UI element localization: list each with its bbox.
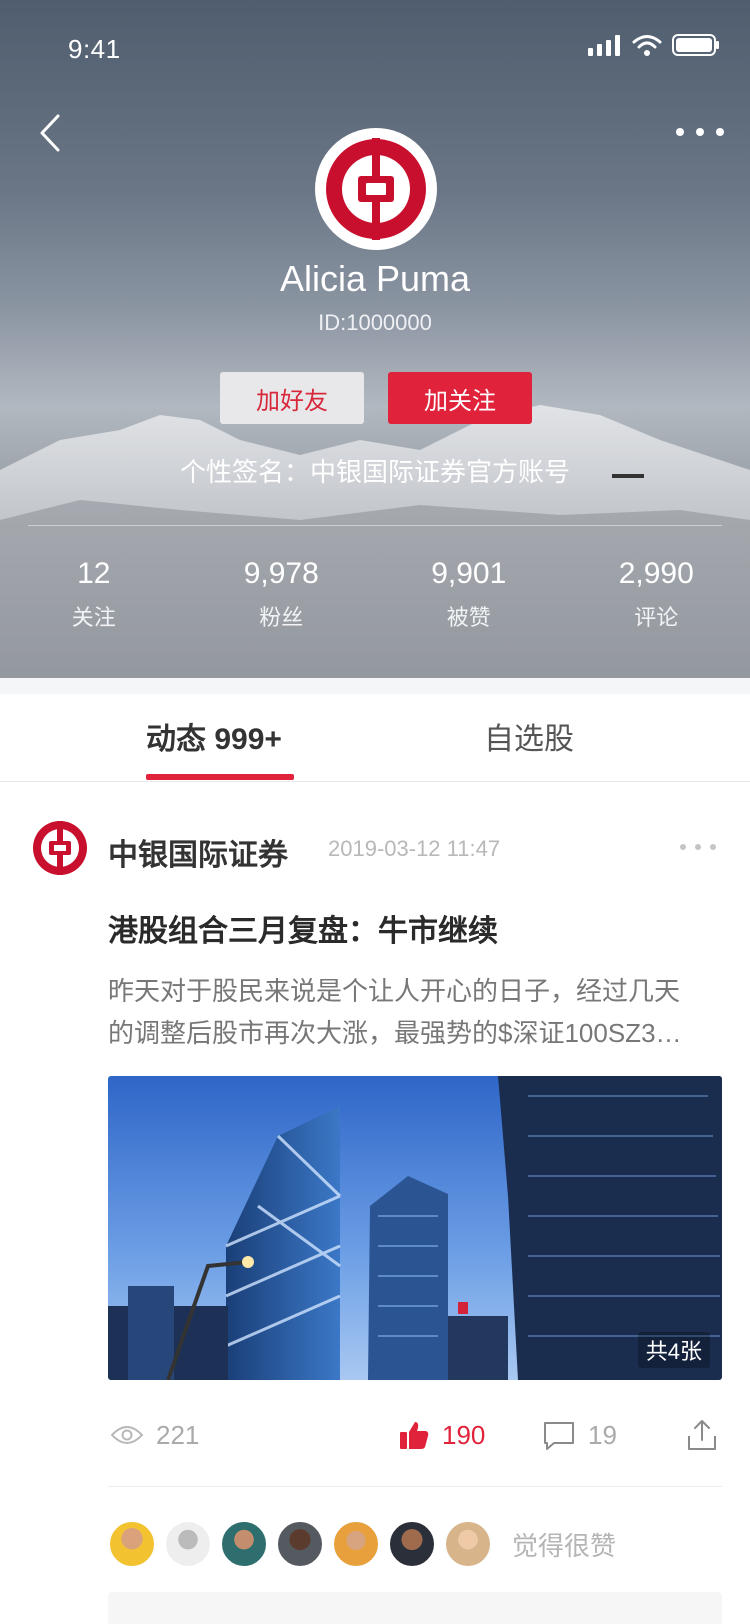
comment-preview-box[interactable]: [108, 1592, 722, 1624]
post-more-icon[interactable]: [680, 844, 716, 850]
stat-label: 评论: [634, 605, 679, 630]
avatar[interactable]: [388, 1520, 436, 1568]
section-gap: [0, 678, 750, 694]
profile-tabs: 动态 999+ 自选股: [0, 694, 750, 782]
avatar[interactable]: [220, 1520, 268, 1568]
comment-icon: [544, 1422, 574, 1450]
stat-label: 被赞: [446, 605, 491, 630]
post-body-line: 的调整后股市再次大涨，最强势的$深证100SZ3…: [108, 1018, 682, 1048]
post-body[interactable]: 昨天对于股民来说是个让人开心的日子，经过几天 的调整后股市再次大涨，最强势的$深…: [108, 970, 728, 1054]
stat-followers[interactable]: 9,978 粉丝: [188, 556, 376, 632]
divider: [108, 1486, 722, 1487]
image-count-badge: 共4张: [637, 1332, 710, 1368]
signal-icon: [588, 35, 620, 56]
views-counter: 221: [110, 1410, 199, 1460]
like-button[interactable]: 190: [398, 1410, 485, 1460]
stat-value: 9,978: [243, 557, 319, 590]
stat-value: 9,901: [431, 557, 507, 590]
tab-active-indicator: [146, 774, 294, 780]
eye-icon: [110, 1426, 144, 1444]
avatar[interactable]: [276, 1520, 324, 1568]
post-image[interactable]: 共4张: [108, 1076, 722, 1380]
profile-avatar[interactable]: [315, 128, 437, 250]
stat-liked[interactable]: 9,901 被赞: [375, 556, 563, 632]
divider: [28, 525, 722, 526]
avatar[interactable]: [444, 1520, 492, 1568]
post-title[interactable]: 港股组合三月复盘：牛市继续: [108, 906, 498, 950]
avatar[interactable]: [108, 1520, 156, 1568]
status-time: 9:41: [68, 34, 121, 64]
wifi-icon: [632, 35, 662, 56]
stat-label: 关注: [71, 605, 116, 630]
post-timestamp: 2019-03-12 11:47: [328, 836, 501, 861]
post-author-name[interactable]: 中银国际证券: [108, 830, 288, 874]
add-friend-button[interactable]: 加好友: [220, 372, 364, 424]
avatar[interactable]: [332, 1520, 380, 1568]
battery-icon: [672, 34, 719, 56]
stat-value: 12: [77, 557, 111, 590]
likers-label: 觉得很赞: [512, 1530, 617, 1561]
share-icon: [688, 1420, 716, 1450]
profile-name: Alicia Puma: [279, 258, 471, 299]
avatar[interactable]: [164, 1520, 212, 1568]
tab-dynamic[interactable]: 动态 999+: [146, 714, 282, 758]
tab-watchlist[interactable]: 自选股: [484, 714, 574, 758]
stat-value: 2,990: [618, 557, 694, 590]
views-count: 221: [156, 1419, 200, 1450]
post-actions: 221 190 19: [108, 1410, 722, 1460]
post-body-line: 昨天对于股民来说是个让人开心的日子，经过几天: [108, 976, 681, 1006]
share-button[interactable]: [686, 1410, 718, 1460]
profile-stats: 12 关注 9,978 粉丝 9,901 被赞 2,990 评论: [0, 556, 750, 632]
thumbs-up-icon: [400, 1422, 429, 1449]
post-author-avatar[interactable]: [32, 820, 88, 876]
stat-following[interactable]: 12 关注: [0, 556, 188, 632]
comment-button[interactable]: 19: [542, 1410, 617, 1460]
status-bar: 9:41: [0, 0, 750, 88]
profile-header: 9:41 Alicia Puma ID:1000000 加好友 加关注 个性签名…: [0, 0, 750, 678]
follow-button[interactable]: 加关注: [388, 372, 532, 424]
boc-logo-icon: [326, 138, 426, 240]
profile-signature: 个性签名：中银国际证券官方账号: [179, 457, 570, 487]
more-icon[interactable]: [672, 112, 728, 152]
likes-count: 190: [442, 1419, 486, 1450]
likers-row[interactable]: 觉得很赞: [108, 1520, 616, 1568]
stat-label: 粉丝: [259, 605, 304, 630]
city-skyline-photo: [108, 1076, 722, 1380]
profile-id: ID:1000000: [318, 310, 432, 335]
back-icon[interactable]: [32, 108, 72, 158]
stat-comments[interactable]: 2,990 评论: [563, 556, 750, 632]
comments-count: 19: [588, 1419, 617, 1450]
